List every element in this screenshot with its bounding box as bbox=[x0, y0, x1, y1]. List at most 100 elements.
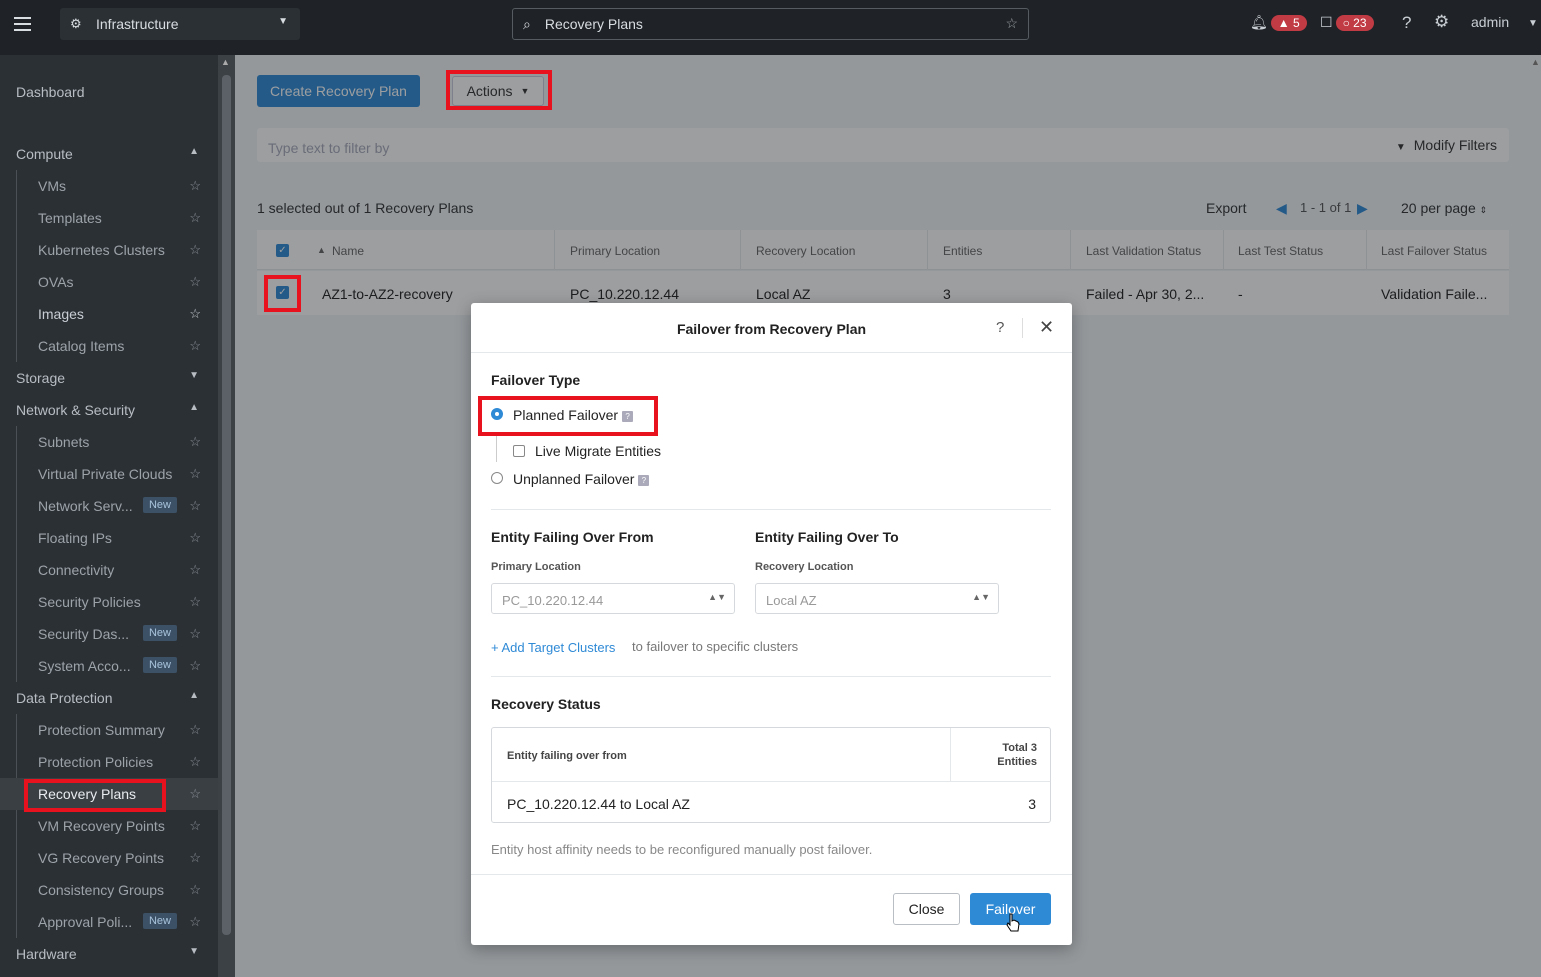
menu-icon[interactable] bbox=[14, 17, 31, 31]
live-migrate-label[interactable]: Live Migrate Entities bbox=[535, 443, 661, 459]
unplanned-failover-label[interactable]: Unplanned Failover? bbox=[513, 471, 650, 487]
affinity-note: Entity host affinity needs to be reconfi… bbox=[491, 842, 873, 857]
info-icon[interactable]: ? bbox=[638, 475, 650, 486]
chevron-down-icon: ▼ bbox=[278, 16, 288, 27]
highlight-row-checkbox bbox=[264, 275, 301, 312]
unplanned-failover-radio[interactable] bbox=[491, 472, 503, 484]
tasks-icon: ☐ bbox=[1320, 14, 1333, 30]
infrastructure-icon: ⚙ bbox=[70, 16, 82, 31]
star-icon[interactable]: ☆ bbox=[189, 722, 201, 738]
new-badge: New bbox=[142, 625, 177, 641]
live-migrate-checkbox[interactable] bbox=[513, 445, 525, 457]
close-button[interactable]: Close bbox=[893, 893, 960, 925]
sidebar-item-ovas[interactable]: OVAs ☆ bbox=[0, 266, 218, 298]
highlight-recovery-plans bbox=[24, 779, 166, 812]
sidebar-item-label: Approval Poli... bbox=[38, 914, 133, 930]
tasks-indicator[interactable]: ☐ ○ 23 bbox=[1320, 14, 1374, 31]
sidebar-section-hardware[interactable]: Hardware ▼ bbox=[0, 938, 218, 970]
sidebar-section-storage[interactable]: Storage ▼ bbox=[0, 362, 218, 394]
new-badge: New bbox=[142, 913, 177, 929]
sidebar-item-security-dashboard[interactable]: Security Das... New ☆ bbox=[0, 618, 218, 650]
sidebar-item-protection-policies[interactable]: Protection Policies ☆ bbox=[0, 746, 218, 778]
star-icon[interactable]: ☆ bbox=[189, 658, 201, 674]
sidebar-item-kubernetes[interactable]: Kubernetes Clusters ☆ bbox=[0, 234, 218, 266]
sidebar-item-label: Subnets bbox=[38, 434, 90, 450]
sidebar-item-dashboard[interactable]: Dashboard bbox=[0, 76, 218, 108]
sidebar-section-network[interactable]: Network & Security ▲ bbox=[0, 394, 218, 426]
alerts-indicator[interactable]: 🔔︎ ▲ 5 bbox=[1250, 14, 1307, 31]
recovery-location-value: Local AZ bbox=[766, 593, 817, 608]
star-icon[interactable]: ☆ bbox=[189, 274, 201, 290]
sidebar-item-approval-policies[interactable]: Approval Poli... New ☆ bbox=[0, 906, 218, 938]
user-menu[interactable]: admin bbox=[1471, 14, 1509, 30]
sidebar-item-system-accounts[interactable]: System Acco... New ☆ bbox=[0, 650, 218, 682]
sidebar-item-label: Templates bbox=[38, 210, 102, 226]
chevron-up-icon: ▲ bbox=[189, 690, 199, 701]
star-icon[interactable]: ☆ bbox=[189, 466, 201, 482]
app-switcher-label: Infrastructure bbox=[96, 16, 179, 32]
scrollbar-thumb[interactable] bbox=[222, 75, 231, 935]
star-icon[interactable]: ☆ bbox=[189, 818, 201, 834]
scroll-up-icon[interactable]: ▲ bbox=[221, 57, 230, 67]
add-target-clusters-link[interactable]: + Add Target Clusters bbox=[491, 640, 615, 655]
sidebar-item-protection-summary[interactable]: Protection Summary ☆ bbox=[0, 714, 218, 746]
star-icon[interactable]: ☆ bbox=[189, 530, 201, 546]
star-icon[interactable]: ☆ bbox=[189, 882, 201, 898]
sidebar-item-images[interactable]: Images ☆ bbox=[0, 298, 218, 330]
star-icon[interactable]: ☆ bbox=[189, 242, 201, 258]
sidebar-item-vms[interactable]: VMs ☆ bbox=[0, 170, 218, 202]
star-icon[interactable]: ☆ bbox=[189, 562, 201, 578]
sidebar-item-connectivity[interactable]: Connectivity ☆ bbox=[0, 554, 218, 586]
bell-icon: 🔔︎ bbox=[1250, 14, 1268, 30]
status-col-total-line1: Total 3 bbox=[1002, 742, 1037, 754]
primary-location-select[interactable]: PC_10.220.12.44 ▲▼ bbox=[491, 583, 735, 614]
primary-location-label: Primary Location bbox=[491, 561, 581, 573]
sidebar-item-floating-ips[interactable]: Floating IPs ☆ bbox=[0, 522, 218, 554]
chevron-down-icon[interactable]: ▼ bbox=[1528, 18, 1538, 29]
sidebar-item-network-services[interactable]: Network Serv... New ☆ bbox=[0, 490, 218, 522]
sidebar-section-label: Hardware bbox=[16, 946, 77, 962]
star-icon[interactable]: ☆ bbox=[189, 914, 201, 930]
star-icon[interactable]: ☆ bbox=[189, 626, 201, 642]
sidebar-section-label: Network & Security bbox=[16, 402, 136, 418]
sidebar-item-consistency-groups[interactable]: Consistency Groups ☆ bbox=[0, 874, 218, 906]
sort-arrows-icon: ▲▼ bbox=[972, 592, 990, 602]
sidebar-scrollbar[interactable] bbox=[218, 55, 235, 977]
star-icon[interactable]: ☆ bbox=[189, 210, 201, 226]
star-icon[interactable]: ☆ bbox=[189, 786, 201, 802]
sidebar-item-catalog[interactable]: Catalog Items ☆ bbox=[0, 330, 218, 362]
scroll-up-icon[interactable]: ▲ bbox=[1531, 57, 1540, 67]
star-icon[interactable]: ☆ bbox=[189, 850, 201, 866]
sidebar-item-security-policies[interactable]: Security Policies ☆ bbox=[0, 586, 218, 618]
sidebar-item-vpc[interactable]: Virtual Private Clouds ☆ bbox=[0, 458, 218, 490]
star-icon[interactable]: ☆ bbox=[189, 306, 201, 322]
star-icon[interactable]: ☆ bbox=[189, 498, 201, 514]
sidebar-item-subnets[interactable]: Subnets ☆ bbox=[0, 426, 218, 458]
global-search[interactable]: ⌕ Recovery Plans ☆ bbox=[512, 8, 1029, 40]
star-icon[interactable]: ☆ bbox=[1005, 15, 1018, 32]
recovery-location-select[interactable]: Local AZ ▲▼ bbox=[755, 583, 999, 614]
sidebar-item-vm-recovery-points[interactable]: VM Recovery Points ☆ bbox=[0, 810, 218, 842]
dialog-header: Failover from Recovery Plan ? ✕ bbox=[471, 303, 1072, 353]
hand-cursor-icon bbox=[1006, 913, 1020, 932]
recovery-status-table: Entity failing over from Total 3 Entities… bbox=[491, 727, 1051, 823]
star-icon[interactable]: ☆ bbox=[189, 434, 201, 450]
chevron-down-icon: ▼ bbox=[189, 370, 199, 381]
gear-icon[interactable]: ⚙ bbox=[1434, 12, 1449, 32]
search-icon: ⌕ bbox=[523, 15, 531, 32]
sidebar-section-compute[interactable]: Compute ▲ bbox=[0, 138, 218, 170]
sidebar-item-templates[interactable]: Templates ☆ bbox=[0, 202, 218, 234]
star-icon[interactable]: ☆ bbox=[189, 338, 201, 354]
sidebar-item-vg-recovery-points[interactable]: VG Recovery Points ☆ bbox=[0, 842, 218, 874]
star-icon[interactable]: ☆ bbox=[189, 754, 201, 770]
help-icon[interactable]: ? bbox=[996, 319, 1004, 336]
status-col-total-line2: Entities bbox=[997, 756, 1037, 768]
sidebar-item-label: Floating IPs bbox=[38, 530, 112, 546]
star-icon[interactable]: ☆ bbox=[189, 178, 201, 194]
sidebar-section-data-protection[interactable]: Data Protection ▲ bbox=[0, 682, 218, 714]
close-icon[interactable]: ✕ bbox=[1039, 317, 1054, 338]
section-divider bbox=[491, 676, 1051, 677]
app-switcher[interactable]: ⚙ Infrastructure ▼ bbox=[60, 8, 300, 40]
star-icon[interactable]: ☆ bbox=[189, 594, 201, 610]
help-icon[interactable]: ? bbox=[1402, 13, 1411, 33]
